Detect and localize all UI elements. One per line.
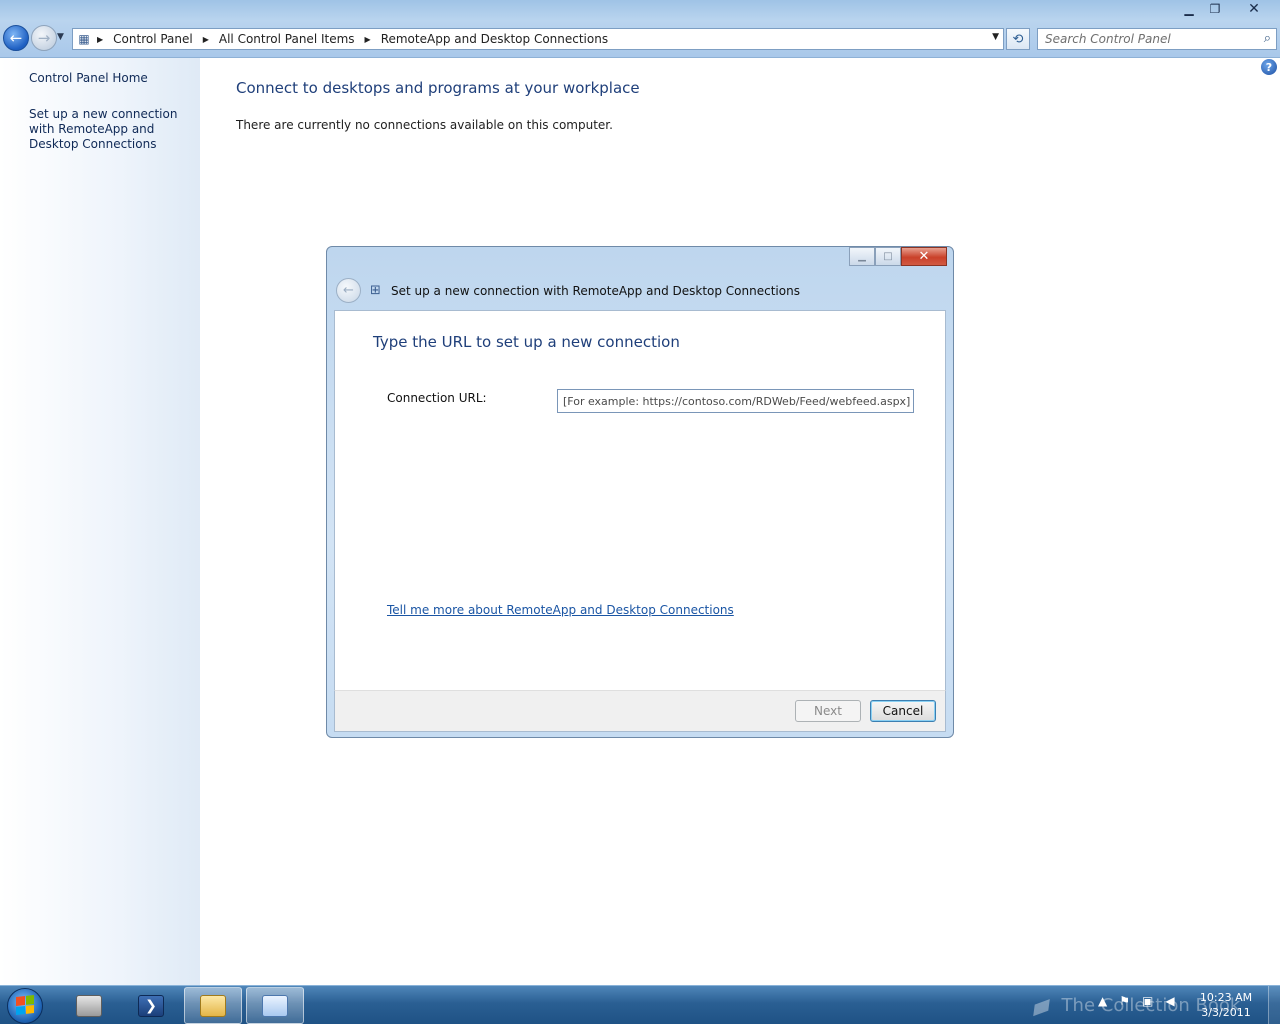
dialog-close-button[interactable]: ✕ [901, 247, 947, 266]
powershell-icon: ❯ [138, 994, 164, 1017]
tell-me-more-link[interactable]: Tell me more about RemoteApp and Desktop… [387, 603, 734, 617]
volume-muted-icon[interactable]: ◀ [1165, 994, 1174, 1008]
minimize-button[interactable]: ▁ [1177, 0, 1201, 17]
task-pane: Control Panel Home Set up a new connecti… [0, 58, 200, 985]
search-box: ⌕ [1037, 28, 1277, 50]
chevron-down-icon: ▼ [992, 32, 999, 42]
chevron-down-icon: ▼ [57, 32, 64, 42]
action-center-flag-icon[interactable]: ⚑ [1119, 994, 1130, 1008]
navigation-bar: ← → ▼ ▦ ▶ Control Panel ▶ All Control Pa… [0, 20, 1280, 58]
cancel-button[interactable]: Cancel [870, 700, 936, 722]
back-button[interactable]: ← [3, 25, 29, 51]
page-title: Connect to desktops and programs at your… [236, 79, 640, 97]
close-button[interactable]: ✕ [1232, 0, 1276, 17]
arrow-left-icon: ← [343, 283, 354, 298]
next-button[interactable]: Next [795, 700, 861, 722]
dialog-minimize-button[interactable]: ▁ [849, 247, 875, 266]
search-icon[interactable]: ⌕ [1264, 31, 1271, 46]
show-desktop-button[interactable] [1268, 986, 1280, 1024]
dialog-maximize-button[interactable]: □ [875, 247, 901, 266]
recent-pages-button[interactable]: ▼ [57, 32, 64, 42]
help-icon[interactable]: ? [1261, 59, 1277, 75]
breadcrumb-control-panel[interactable]: Control Panel [113, 32, 193, 46]
breadcrumb-remoteapp[interactable]: RemoteApp and Desktop Connections [381, 32, 608, 46]
book-icon: ▰ [1025, 986, 1057, 1024]
breadcrumb-all-items[interactable]: All Control Panel Items [219, 32, 355, 46]
crumb-separator-icon[interactable]: ▶ [203, 35, 209, 44]
taskbar: ❯ ▰ The Collection Book ▲ ⚑ ▣ ◀ 10:23 AM… [0, 985, 1280, 1024]
refresh-icon: ⟲ [1012, 31, 1024, 47]
window-titlebar: ▁ ❐ ✕ [0, 0, 1280, 20]
show-hidden-icons-button[interactable]: ▲ [1098, 994, 1107, 1008]
control-panel-icon [262, 994, 288, 1017]
dialog-footer: Next Cancel [334, 690, 946, 732]
start-button[interactable] [7, 988, 43, 1024]
address-dropdown-button[interactable]: ▼ [992, 32, 999, 42]
taskbar-server-manager[interactable] [60, 987, 118, 1024]
taskbar-explorer[interactable] [184, 987, 242, 1024]
connection-url-label: Connection URL: [387, 391, 487, 405]
control-panel-icon: ▦ [78, 32, 90, 46]
dialog-title: Set up a new connection with RemoteApp a… [391, 284, 800, 298]
address-bar[interactable]: ▦ ▶ Control Panel ▶ All Control Panel It… [72, 28, 1004, 50]
windows-logo-icon [16, 995, 34, 1015]
restore-button[interactable]: ❐ [1203, 0, 1227, 17]
taskbar-powershell[interactable]: ❯ [122, 987, 180, 1024]
setup-connection-link[interactable]: Set up a new connection with RemoteApp a… [29, 107, 194, 152]
status-text: There are currently no connections avail… [236, 118, 613, 132]
crumb-separator-icon[interactable]: ▶ [97, 35, 103, 44]
dialog-body: Type the URL to set up a new connection … [334, 310, 946, 690]
taskbar-control-panel[interactable] [246, 987, 304, 1024]
folder-icon [200, 994, 226, 1017]
crumb-separator-icon[interactable]: ▶ [365, 35, 371, 44]
control-panel-home-link[interactable]: Control Panel Home [29, 71, 194, 86]
search-input[interactable] [1038, 29, 1252, 49]
clock-date: 3/3/2011 [1201, 1006, 1251, 1019]
arrow-left-icon: ← [9, 29, 23, 47]
server-manager-icon [76, 994, 102, 1017]
forward-button[interactable]: → [31, 25, 57, 51]
notification-area: ▲ ⚑ ▣ ◀ [1098, 994, 1175, 1008]
clock-time: 10:23 AM [1199, 991, 1253, 1004]
arrow-right-icon: → [37, 29, 51, 47]
connection-url-input[interactable] [557, 389, 914, 413]
refresh-button[interactable]: ⟲ [1006, 28, 1030, 50]
network-icon[interactable]: ▣ [1142, 994, 1153, 1008]
setup-connection-dialog: ▁ □ ✕ ← ⊞ Set up a new connection with R… [326, 246, 954, 738]
dialog-caption-buttons: ▁ □ ✕ [849, 247, 947, 266]
dialog-heading: Type the URL to set up a new connection [373, 333, 680, 351]
remoteapp-icon: ⊞ [370, 283, 381, 298]
dialog-back-button[interactable]: ← [336, 278, 361, 303]
clock[interactable]: 10:23 AM 3/3/2011 [1196, 990, 1256, 1020]
